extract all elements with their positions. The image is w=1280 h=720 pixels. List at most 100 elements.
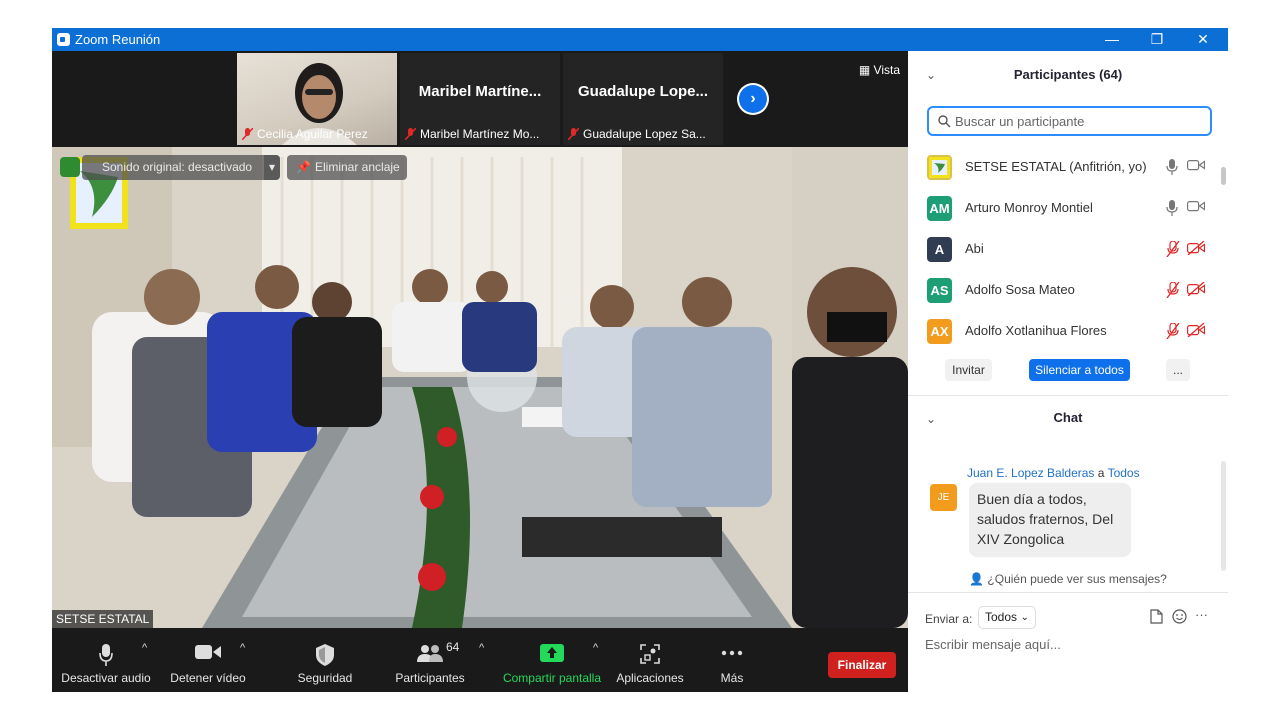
audio-options-caret[interactable]: ^ — [142, 642, 147, 654]
video-camera-icon — [1187, 201, 1205, 212]
send-to-label: Enviar a: — [925, 612, 973, 626]
share-options-caret[interactable]: ^ — [593, 642, 598, 654]
meeting-stage: Cecilia Aguilar Perez Maribel Martíne...… — [52, 51, 908, 692]
unpin-button[interactable]: 📌 Eliminar anclaje — [287, 155, 407, 180]
participants-count: 64 — [446, 640, 460, 654]
thumbnail-label: Guadalupe Lopez Sa... — [565, 125, 721, 143]
person-info-icon: 👤 — [969, 572, 985, 586]
thumbnail-video-3[interactable]: Guadalupe Lope... Guadalupe Lopez Sa... — [563, 53, 723, 145]
video-off-icon — [1187, 282, 1205, 296]
thumbnail-video-1[interactable]: Cecilia Aguilar Perez — [237, 53, 397, 145]
thumbnail-label: Cecilia Aguilar Perez — [239, 125, 395, 143]
chat-sender-line: Juan E. Lopez Balderas a Todos — [967, 466, 1140, 480]
video-options-caret[interactable]: ^ — [240, 642, 245, 654]
avatar: AM — [927, 196, 952, 221]
participant-name: Arturo Monroy Montiel — [965, 200, 1093, 215]
thumbnail-name: Guadalupe Lope... — [577, 83, 708, 100]
chat-message: Buen día a todos, saludos fraternos, Del… — [969, 483, 1131, 557]
avatar: A — [927, 237, 952, 262]
chevron-down-icon: ⌄ — [1020, 612, 1029, 623]
mic-muted-icon — [1166, 282, 1180, 298]
file-icon[interactable] — [1150, 609, 1163, 624]
chat-more-button[interactable]: ··· — [1195, 607, 1208, 622]
search-icon — [938, 115, 951, 128]
mic-muted-icon — [242, 128, 253, 140]
chat-sender[interactable]: Juan E. Lopez Balderas — [967, 466, 1094, 480]
meeting-room-image — [52, 147, 908, 628]
end-meeting-button[interactable]: Finalizar — [828, 652, 896, 678]
thumbnail-strip: Cecilia Aguilar Perez Maribel Martíne...… — [52, 51, 908, 147]
participant-row[interactable]: AX Adolfo Xotlanihua Flores — [908, 310, 1214, 351]
avatar: JE — [930, 484, 957, 511]
apps-button[interactable]: Aplicaciones — [608, 628, 692, 692]
chat-scrollbar[interactable] — [1221, 461, 1226, 571]
recipient-select[interactable]: Todos ⌄ — [978, 606, 1036, 629]
participant-name: Adolfo Sosa Mateo — [965, 282, 1075, 297]
who-can-see-link[interactable]: 👤 ¿Quién puede ver sus mensajes? — [908, 572, 1228, 586]
zoom-window: Zoom Reunión — ❐ ✕ Cecilia Aguilar Perez — [52, 28, 1228, 692]
participants-icon — [417, 645, 443, 662]
mic-muted-icon — [1166, 323, 1180, 339]
mute-all-button[interactable]: Silenciar a todos — [1029, 359, 1130, 381]
thumbnail-video-2[interactable]: Maribel Martíne... Maribel Martínez Mo..… — [400, 53, 560, 145]
more-button[interactable]: Más — [704, 628, 760, 692]
search-input[interactable] — [955, 112, 1195, 130]
shield-icon — [316, 644, 334, 666]
thumbnail-name: Maribel Martíne... — [418, 83, 542, 100]
chevron-down-icon[interactable]: ▾ — [263, 155, 280, 180]
chat-message-input[interactable]: Escribir mensaje aquí... — [925, 637, 1061, 652]
microphone-icon — [1166, 159, 1178, 175]
active-speaker-name: SETSE ESTATAL — [52, 610, 154, 628]
participant-name: SETSE ESTATAL (Anfitrión, yo) — [965, 159, 1147, 174]
close-button[interactable]: ✕ — [1183, 29, 1223, 49]
view-button[interactable]: ▦ Vista — [859, 63, 900, 77]
original-sound-button[interactable]: Sonido original: desactivado — [82, 155, 280, 180]
video-off-icon — [1187, 323, 1205, 337]
participant-row[interactable]: A Abi — [908, 228, 1214, 269]
participants-button[interactable]: 64 Participantes — [385, 628, 475, 692]
participant-scrollbar[interactable] — [1221, 167, 1226, 185]
apps-icon — [640, 644, 660, 664]
shield-icon — [60, 157, 80, 177]
zoom-app-icon — [57, 33, 70, 46]
next-page-button[interactable]: › — [737, 83, 769, 115]
participant-row[interactable]: AM Arturo Monroy Montiel — [908, 187, 1214, 228]
invite-button[interactable]: Invitar — [945, 359, 992, 381]
restore-button[interactable]: ❐ — [1137, 29, 1177, 49]
participant-name: Adolfo Xotlanihua Flores — [965, 323, 1107, 338]
participants-title: Participantes (64) — [1013, 67, 1123, 82]
chat-recipient: Todos — [1107, 466, 1140, 480]
microphone-icon — [1166, 200, 1178, 216]
thumbnail-label: Maribel Martínez Mo... — [402, 125, 558, 143]
pin-icon: 📌 — [296, 160, 311, 174]
avatar: AS — [927, 278, 952, 303]
emoji-icon[interactable] — [1172, 609, 1187, 624]
share-screen-icon — [540, 644, 564, 662]
mute-audio-button[interactable]: Desactivar audio — [58, 628, 154, 692]
side-panel: ⌄ Participantes (64) SETSE ESTATAL (Anfi… — [908, 51, 1228, 692]
meeting-toolbar: Desactivar audio ^ Detener vídeo ^ Segur… — [52, 628, 908, 692]
main-video: Sonido original: desactivado ▾ 📌 Elimina… — [52, 147, 908, 628]
participants-more-button[interactable]: ... — [1166, 359, 1190, 381]
video-off-icon — [1187, 241, 1205, 255]
divider — [908, 395, 1228, 396]
participant-search[interactable] — [927, 106, 1212, 136]
grid-icon: ▦ — [858, 63, 871, 77]
mic-muted-icon — [1166, 241, 1180, 257]
window-title: Zoom Reunión — [75, 32, 161, 47]
avatar: AX — [927, 319, 952, 344]
security-button[interactable]: Seguridad — [280, 628, 370, 692]
chevron-right-icon: › — [739, 85, 767, 113]
minimize-button[interactable]: — — [1092, 29, 1132, 49]
share-screen-button[interactable]: Compartir pantalla — [498, 628, 606, 692]
chat-title: Chat — [1053, 410, 1083, 425]
host-logo-avatar — [927, 155, 952, 180]
participant-row[interactable]: AS Adolfo Sosa Mateo — [908, 269, 1214, 310]
title-bar: Zoom Reunión — ❐ ✕ — [52, 28, 1228, 51]
stop-video-button[interactable]: Detener vídeo — [160, 628, 256, 692]
participants-options-caret[interactable]: ^ — [479, 642, 484, 654]
mic-muted-icon — [568, 128, 579, 140]
divider — [908, 592, 1228, 593]
participant-row[interactable]: SETSE ESTATAL (Anfitrión, yo) — [908, 146, 1214, 187]
participant-name: Abi — [965, 241, 984, 256]
